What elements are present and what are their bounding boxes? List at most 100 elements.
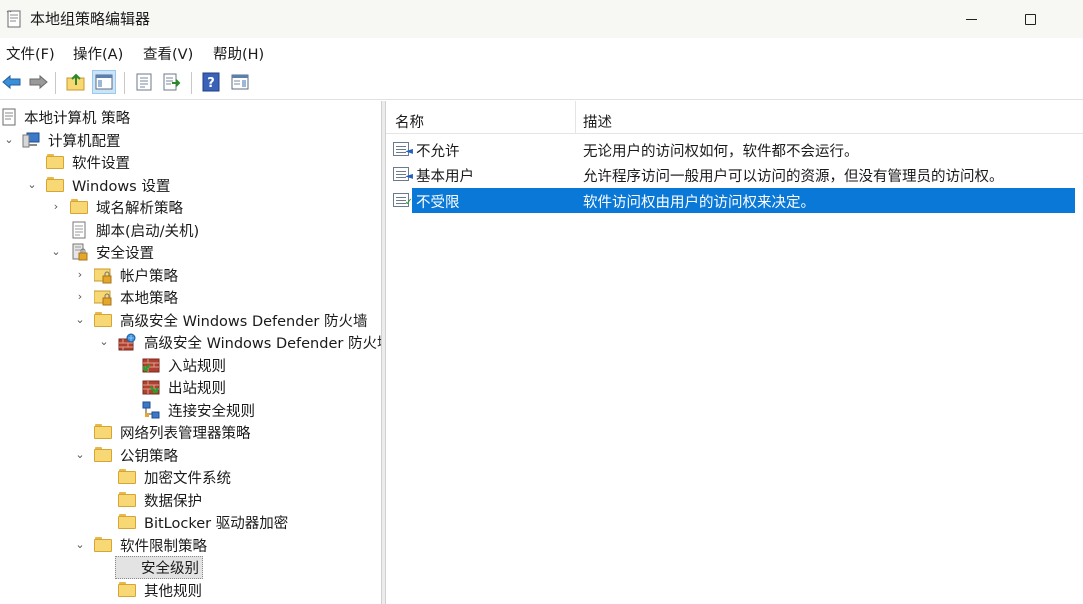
tree-item-label: 安全级别 (115, 556, 203, 579)
chevron-down-icon[interactable]: ⌄ (74, 313, 86, 327)
tree-item-firewall-node[interactable]: ⌄ 高级安全 Windows Defender 防火墙 (0, 331, 381, 353)
chevron-down-icon[interactable]: ⌄ (50, 245, 62, 259)
tree-item-outbound-rules[interactable]: 出站规则 (0, 376, 381, 398)
tree-item-label: 高级安全 Windows Defender 防火墙 (144, 336, 381, 352)
column-header-description[interactable]: 描述 (583, 111, 612, 132)
tree-item-label: 连接安全规则 (168, 404, 255, 420)
policy-doc-icon (2, 108, 16, 126)
properties-button[interactable] (132, 70, 156, 94)
show-action-pane-button[interactable] (228, 70, 252, 94)
tree-item-inbound-rules[interactable]: 入站规则 (0, 354, 381, 376)
details-list: 名称 描述 ◄ 不允许 无论用户的访问权如何，软件都不会运行。 ◄ 基本用户 允… (386, 101, 1083, 604)
script-icon (72, 221, 86, 239)
column-header-name[interactable]: 名称 (395, 111, 424, 132)
list-item[interactable]: ◄ 不允许 无论用户的访问权如何，软件都不会运行。 (386, 137, 1083, 162)
inbound-rules-icon (142, 358, 160, 373)
tree-item-connection-security-rules[interactable]: 连接安全规则 (0, 399, 381, 421)
menu-action[interactable]: 操作(A) (73, 43, 123, 64)
tree-item-label: Windows 设置 (72, 179, 171, 195)
up-one-level-button[interactable] (64, 70, 88, 94)
tree-item-computer-config[interactable]: ⌄ 计算机配置 (0, 129, 381, 151)
chevron-down-icon[interactable]: ⌄ (26, 178, 38, 192)
tree-item-local-policies[interactable]: › 本地策略 (0, 286, 381, 308)
maximize-button[interactable] (1007, 0, 1053, 38)
tree-item-software-settings[interactable]: 软件设置 (0, 151, 381, 173)
tree-item-label: 域名解析策略 (96, 201, 183, 217)
list-item-description: 无论用户的访问权如何，软件都不会运行。 (583, 144, 859, 160)
security-settings-icon (72, 243, 88, 261)
tree-item-additional-rules[interactable]: 其他规则 (0, 579, 381, 601)
folder-icon (94, 446, 112, 464)
menu-file[interactable]: 文件(F) (6, 43, 55, 64)
tree-item-firewall-folder[interactable]: ⌄ 高级安全 Windows Defender 防火墙 (0, 309, 381, 331)
tree-item-label: 网络列表管理器策略 (120, 426, 251, 442)
chevron-down-icon[interactable]: ⌄ (3, 133, 15, 147)
computer-icon (22, 132, 40, 148)
tree-item-data-protection[interactable]: 数据保护 (0, 489, 381, 511)
svg-text:?: ? (207, 76, 215, 91)
console-tree: 本地计算机 策略 ⌄ 计算机配置 软件设置 ⌄ Windows 设置 › 域名解… (0, 101, 381, 604)
tree-item-label: BitLocker 驱动器加密 (144, 516, 289, 532)
tree-item-label: 高级安全 Windows Defender 防火墙 (120, 314, 368, 330)
tree-item-local-computer-policy[interactable]: 本地计算机 策略 (0, 106, 381, 128)
security-level-icon: ◄ (393, 166, 413, 184)
connection-security-icon (142, 401, 160, 419)
action-pane-icon (231, 74, 249, 90)
folder-icon (118, 468, 136, 486)
forward-button[interactable] (26, 70, 50, 94)
tree-item-bitlocker[interactable]: BitLocker 驱动器加密 (0, 511, 381, 533)
export-list-icon (163, 73, 181, 91)
folder-icon (118, 513, 136, 531)
show-hide-console-tree-button[interactable] (92, 70, 116, 94)
chevron-down-icon[interactable]: ⌄ (98, 335, 110, 349)
back-button[interactable] (0, 70, 24, 94)
tree-item-account-policies[interactable]: › 帐户策略 (0, 264, 381, 286)
menu-view[interactable]: 查看(V) (143, 43, 193, 64)
chevron-right-icon[interactable]: › (74, 290, 86, 304)
menu-bar: 文件(F) 操作(A) 查看(V) 帮助(H) (0, 38, 1083, 66)
toolbar: ? (0, 66, 1083, 100)
tree-item-label: 公钥策略 (120, 449, 178, 465)
tree-item-label: 出站规则 (168, 381, 226, 397)
toolbar-separator (191, 72, 192, 94)
tree-item-name-resolution-policy[interactable]: › 域名解析策略 (0, 196, 381, 218)
tree-item-label: 数据保护 (144, 494, 202, 510)
minimize-button[interactable] (948, 0, 994, 38)
folder-icon (118, 491, 136, 509)
chevron-down-icon[interactable]: ⌄ (74, 448, 86, 462)
tree-item-security-settings[interactable]: ⌄ 安全设置 (0, 241, 381, 263)
folder-icon (70, 198, 88, 216)
chevron-right-icon[interactable]: › (74, 268, 86, 282)
list-item-name: 不受限 (416, 195, 460, 211)
tree-item-network-list-manager[interactable]: 网络列表管理器策略 (0, 421, 381, 443)
tree-item-software-restriction[interactable]: ⌄ 软件限制策略 (0, 534, 381, 556)
tree-item-label: 帐户策略 (120, 269, 178, 285)
tree-item-windows-settings[interactable]: ⌄ Windows 设置 (0, 174, 381, 196)
security-level-default-icon: ✓ (393, 192, 413, 210)
column-divider[interactable] (575, 101, 576, 134)
tree-item-public-key-policies[interactable]: ⌄ 公钥策略 (0, 444, 381, 466)
folder-icon (46, 176, 64, 194)
tree-item-efs[interactable]: 加密文件系统 (0, 466, 381, 488)
tree-item-label: 软件限制策略 (120, 539, 207, 555)
locked-folder-icon (94, 290, 112, 306)
folder-icon (94, 536, 112, 554)
help-button[interactable]: ? (199, 70, 223, 94)
folder-icon (118, 581, 136, 599)
export-list-button[interactable] (160, 70, 184, 94)
list-item-name: 不允许 (416, 144, 460, 160)
tree-item-security-levels[interactable]: 安全级别 (0, 556, 381, 579)
toolbar-separator (55, 72, 56, 94)
list-item[interactable]: ✓ 不受限 软件访问权由用户的访问权来决定。 (386, 188, 1083, 213)
tree-item-label: 软件设置 (72, 156, 130, 172)
tree-item-label: 本地策略 (120, 291, 178, 307)
menu-help[interactable]: 帮助(H) (213, 43, 264, 64)
tree-item-label: 加密文件系统 (144, 471, 231, 487)
tree-item-scripts[interactable]: 脚本(启动/关机) (0, 219, 381, 241)
security-level-icon: ◄ (393, 141, 413, 159)
list-item[interactable]: ◄ 基本用户 允许程序访问一般用户可以访问的资源，但没有管理员的访问权。 (386, 162, 1083, 187)
forward-icon (29, 74, 48, 90)
back-icon (2, 74, 21, 90)
chevron-right-icon[interactable]: › (50, 200, 62, 214)
chevron-down-icon[interactable]: ⌄ (74, 538, 86, 552)
